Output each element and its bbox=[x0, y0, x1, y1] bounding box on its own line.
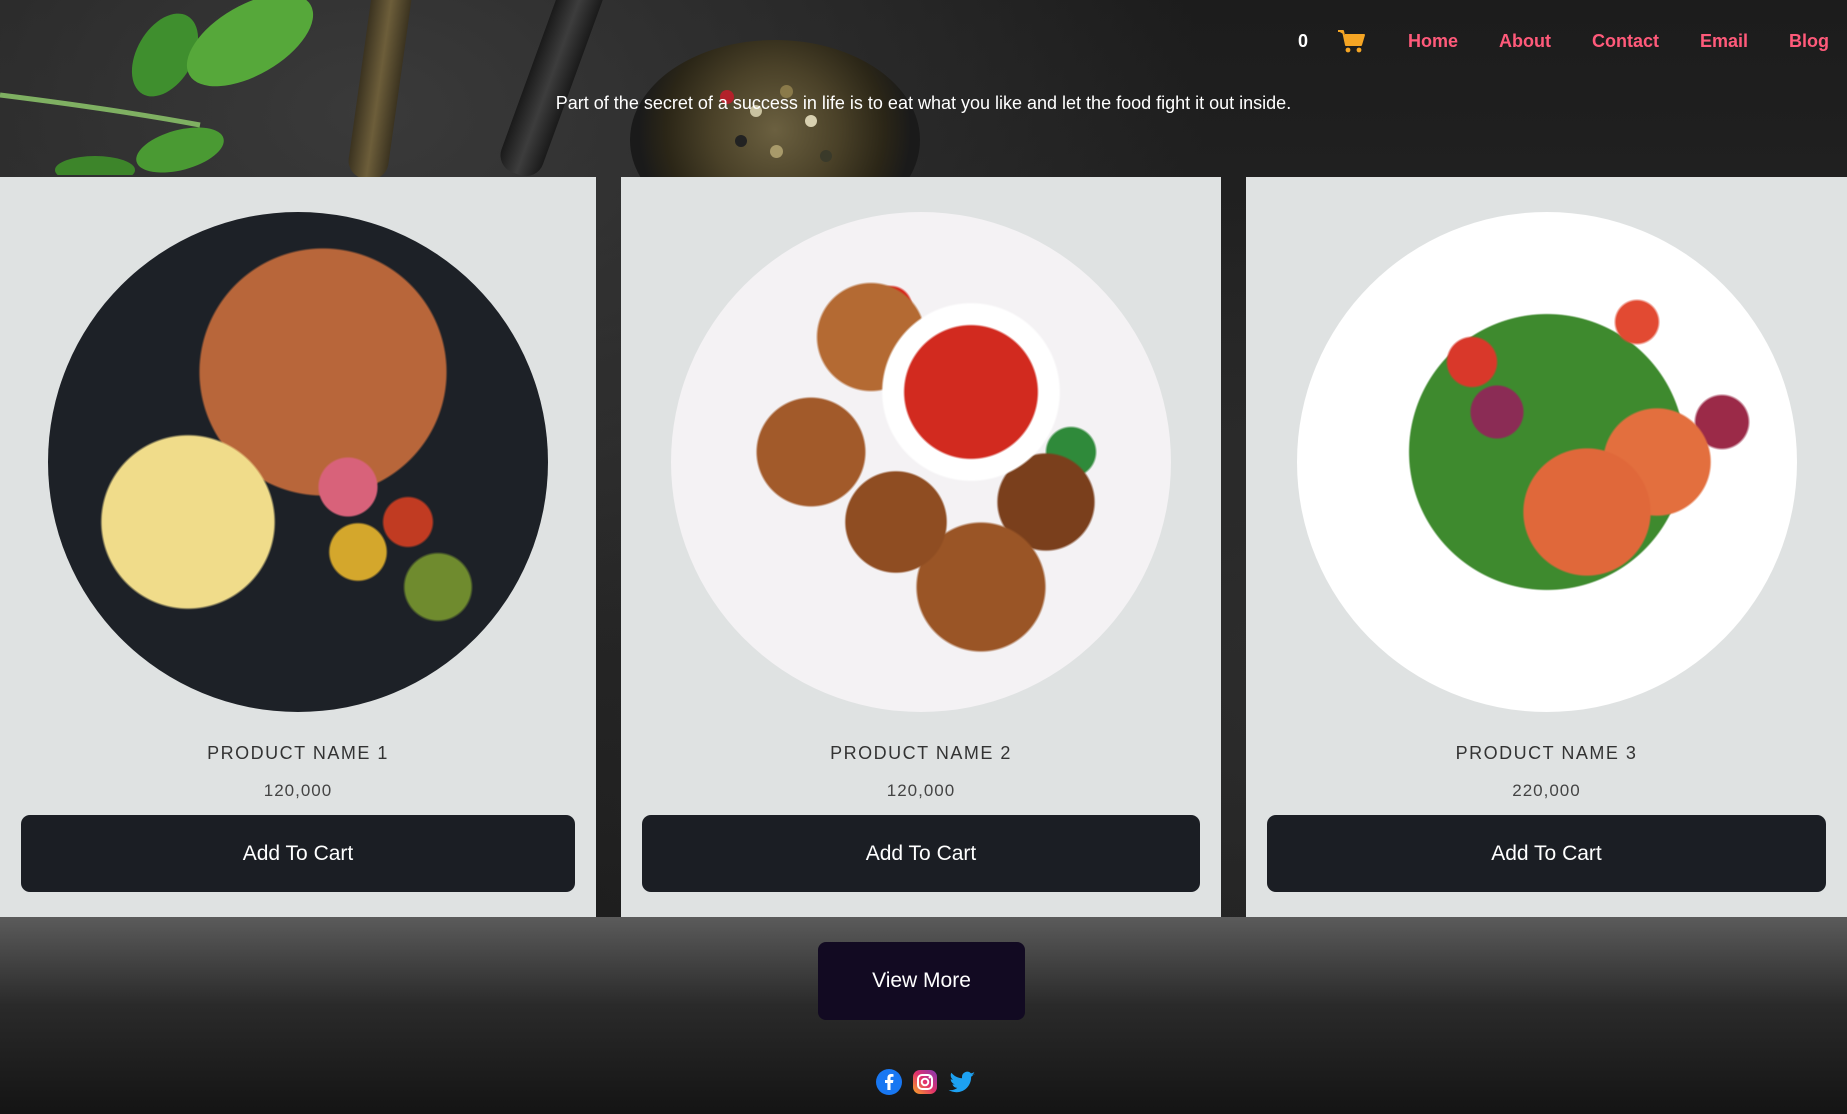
product-image bbox=[1296, 212, 1797, 712]
product-card: PRODUCT NAME 2 120,000 Add To Cart bbox=[621, 177, 1221, 917]
twitter-icon[interactable] bbox=[948, 1069, 975, 1095]
basil-decoration bbox=[0, 0, 340, 175]
cart-count: 0 bbox=[1297, 30, 1308, 51]
product-card: PRODUCT NAME 3 220,000 Add To Cart bbox=[1246, 177, 1847, 917]
product-price: 120,000 bbox=[263, 781, 333, 800]
add-to-cart-button[interactable]: Add To Cart bbox=[1267, 815, 1826, 892]
product-image bbox=[671, 212, 1171, 712]
cart-icon[interactable] bbox=[1337, 28, 1367, 54]
product-image bbox=[48, 212, 548, 712]
product-grid: PRODUCT NAME 1 120,000 Add To Cart PRODU… bbox=[0, 177, 1847, 917]
product-name: PRODUCT NAME 2 bbox=[830, 743, 1012, 763]
add-to-cart-button[interactable]: Add To Cart bbox=[642, 815, 1200, 892]
product-price: 120,000 bbox=[886, 781, 956, 800]
top-navigation: 0 Home About Contact Email Blog bbox=[1298, 28, 1829, 54]
instagram-icon[interactable] bbox=[912, 1069, 938, 1095]
nav-link-blog[interactable]: Blog bbox=[1789, 31, 1829, 52]
view-more-button[interactable]: View More bbox=[818, 942, 1025, 1020]
nav-link-home[interactable]: Home bbox=[1408, 31, 1458, 52]
knife-handle-decoration bbox=[495, 0, 609, 182]
social-links bbox=[876, 1069, 975, 1095]
nav-link-about[interactable]: About bbox=[1499, 31, 1551, 52]
product-card: PRODUCT NAME 1 120,000 Add To Cart bbox=[0, 177, 596, 917]
facebook-icon[interactable] bbox=[876, 1069, 902, 1095]
product-price: 220,000 bbox=[1512, 781, 1581, 800]
nav-link-contact[interactable]: Contact bbox=[1592, 31, 1659, 52]
add-to-cart-button[interactable]: Add To Cart bbox=[21, 815, 575, 892]
product-name: PRODUCT NAME 3 bbox=[1455, 743, 1638, 763]
nav-link-email[interactable]: Email bbox=[1700, 31, 1748, 52]
spoon-handle-decoration bbox=[346, 0, 414, 182]
product-name: PRODUCT NAME 1 bbox=[207, 743, 389, 763]
tagline: Part of the secret of a success in life … bbox=[555, 93, 1292, 113]
